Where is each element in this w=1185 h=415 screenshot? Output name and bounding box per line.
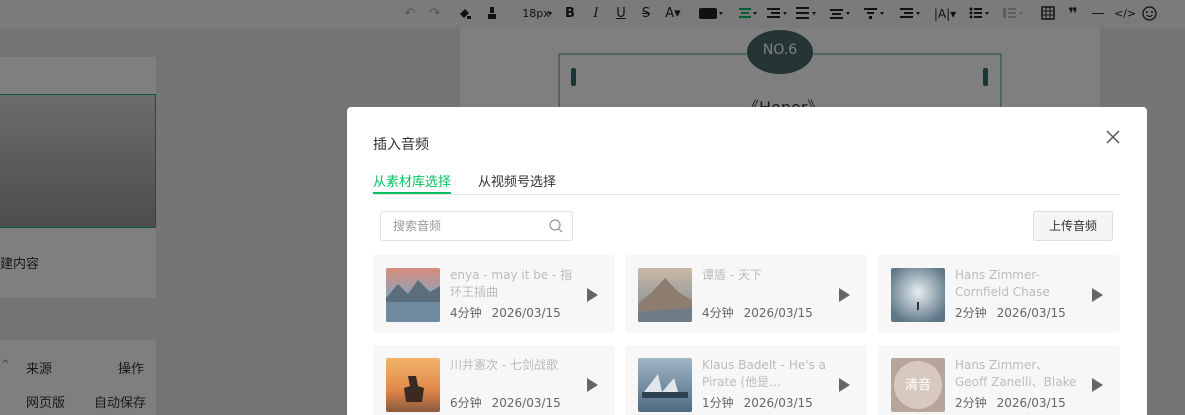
insert-audio-dialog: 插入音频 从素材库选择 从视频号选择 上传音频 enya - may it be… [347,107,1147,415]
play-icon[interactable] [839,288,850,302]
audio-item[interactable]: Klaus Badelt - He's a Pirate (他是… 1分钟 202… [625,345,867,415]
play-icon[interactable] [1092,378,1103,392]
audio-meta: 4分钟 2026/03/15 [702,304,813,321]
audio-duration: 1分钟 [702,396,734,410]
play-icon[interactable] [587,288,598,302]
audio-duration: 4分钟 [450,306,482,320]
cover-text: 清音 [904,378,931,393]
audio-cover [386,358,440,412]
search-input[interactable] [393,212,553,240]
audio-date: 2026/03/15 [996,396,1066,410]
audio-date: 2026/03/15 [491,306,561,320]
audio-date: 2026/03/15 [996,306,1066,320]
tab-video-channel[interactable]: 从视频号选择 [478,171,556,194]
audio-title: enya - may it be - 指环王插曲 [450,268,573,299]
audio-meta: 4分钟 2026/03/15 [450,304,561,321]
audio-cover [386,268,440,322]
audio-meta: 6分钟 2026/03/15 [450,394,561,411]
audio-date: 2026/03/15 [743,396,813,410]
audio-cover [638,358,692,412]
source-tabs: 从素材库选择 从视频号选择 [373,171,1120,195]
dialog-title: 插入音频 [373,137,429,153]
audio-date: 2026/03/15 [491,396,561,410]
search-icon[interactable] [548,218,564,234]
audio-title: 谭盾 - 天下 [702,268,762,282]
audio-date: 2026/03/15 [743,306,813,320]
search-box [380,211,573,241]
close-icon[interactable] [1103,127,1123,147]
play-icon[interactable] [1092,288,1103,302]
audio-cover [638,268,692,322]
upload-audio-button[interactable]: 上传音频 [1033,211,1113,241]
audio-item[interactable]: enya - may it be - 指环王插曲 4分钟 2026/03/15 [373,255,615,333]
audio-meta: 1分钟 2026/03/15 [702,394,813,411]
play-icon[interactable] [587,378,598,392]
audio-item[interactable]: 谭盾 - 天下 4分钟 2026/03/15 [625,255,867,333]
audio-duration: 2分钟 [955,396,987,410]
audio-duration: 6分钟 [450,396,482,410]
audio-title: 川井憲次 - 七剑战歌 [450,358,558,372]
audio-item[interactable]: 川井憲次 - 七剑战歌 6分钟 2026/03/15 [373,345,615,415]
audio-meta: 2分钟 2026/03/15 [955,304,1066,321]
audio-cover: 清音 [891,358,945,412]
audio-cover [891,268,945,322]
play-icon[interactable] [839,378,850,392]
audio-title: Hans Zimmer-Cornfield Chase [955,268,1050,299]
audio-meta: 2分钟 2026/03/15 [955,394,1066,411]
audio-item[interactable]: 清音 Hans Zimmer、Geoff Zanelli、Blake N… 2分… [878,345,1120,415]
audio-duration: 4分钟 [702,306,734,320]
audio-title: Hans Zimmer、Geoff Zanelli、Blake N… [955,358,1077,389]
audio-item[interactable]: Hans Zimmer-Cornfield Chase 2分钟 2026/03/1… [878,255,1120,333]
tab-material-library[interactable]: 从素材库选择 [373,171,452,194]
audio-duration: 2分钟 [955,306,987,320]
audio-title: Klaus Badelt - He's a Pirate (他是… [702,358,826,389]
